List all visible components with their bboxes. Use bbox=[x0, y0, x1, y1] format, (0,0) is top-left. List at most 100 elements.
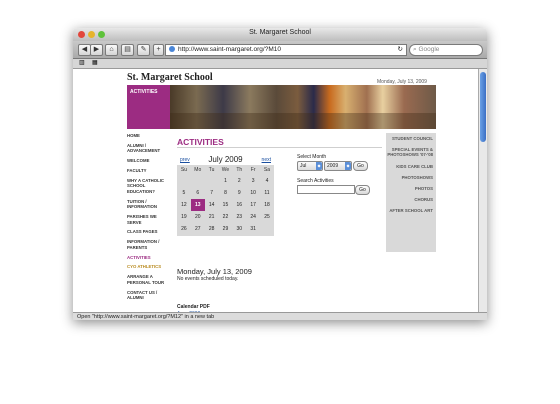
home-icon: ⌂ bbox=[109, 46, 114, 53]
weekday-header: Fr bbox=[250, 167, 256, 173]
printer-icon: ▤ bbox=[124, 46, 131, 53]
weekday-header: Sa bbox=[263, 167, 271, 173]
calendar-day[interactable]: 30 bbox=[232, 223, 246, 235]
right-nav-item[interactable]: PHOTOS bbox=[386, 186, 436, 191]
search-go-button[interactable]: Go bbox=[355, 185, 370, 195]
left-nav-item[interactable]: CLASS PAGES bbox=[127, 229, 171, 235]
calendar-day[interactable]: 6 bbox=[191, 187, 205, 199]
calendar-day[interactable]: 10 bbox=[246, 187, 260, 199]
calendar-day[interactable]: 3 bbox=[246, 175, 260, 187]
calendar-day[interactable]: 12 bbox=[177, 199, 191, 211]
calendar-day[interactable]: 26 bbox=[177, 223, 191, 235]
calendar-day[interactable]: 17 bbox=[246, 199, 260, 211]
calendar-day[interactable]: 8 bbox=[219, 187, 233, 199]
calendar-day[interactable]: 16 bbox=[232, 199, 246, 211]
calendar-empty-cell bbox=[260, 223, 274, 235]
calendar-pdf-heading: Calendar PDF bbox=[177, 304, 210, 310]
calendar-day[interactable]: 1 bbox=[219, 175, 233, 187]
reload-icon[interactable]: ↻ bbox=[398, 45, 403, 55]
calendar-day[interactable]: 25 bbox=[260, 211, 274, 223]
url-text: http://www.saint-margaret.org/?M10 bbox=[178, 46, 281, 53]
search-activities-input[interactable] bbox=[297, 185, 355, 194]
weekday-header: Th bbox=[236, 167, 243, 173]
right-nav-item[interactable]: KIDS CARE CLUB bbox=[386, 164, 436, 169]
search-activities-label: Search Activities bbox=[297, 178, 334, 184]
left-nav-item[interactable]: WHY A CATHOLIC SCHOOL EDUCATION? bbox=[127, 178, 171, 195]
calendar-day[interactable]: 22 bbox=[219, 211, 233, 223]
calendar-day[interactable]: 9 bbox=[232, 187, 246, 199]
day-heading: Monday, July 13, 2009 bbox=[177, 267, 252, 276]
banner-label: ACTIVITIES bbox=[127, 85, 170, 129]
calendar-day[interactable]: 20 bbox=[191, 211, 205, 223]
calendar-day[interactable]: 19 bbox=[177, 211, 191, 223]
vertical-scrollbar[interactable] bbox=[478, 69, 487, 312]
calendar-day[interactable]: 21 bbox=[205, 211, 219, 223]
calendar-day[interactable]: 28 bbox=[205, 223, 219, 235]
calendar-day[interactable]: 11 bbox=[260, 187, 274, 199]
print-button[interactable]: ▤ bbox=[121, 44, 134, 56]
status-bar: Open "http://www.saint-margaret.org/?M12… bbox=[73, 312, 487, 320]
right-nav-item[interactable]: CHORUS bbox=[386, 197, 436, 202]
right-nav-item[interactable]: STUDENT COUNCIL bbox=[386, 136, 436, 141]
search-field[interactable]: ⌕ Google bbox=[409, 44, 483, 56]
banner: ACTIVITIES bbox=[127, 85, 436, 129]
right-nav: STUDENT COUNCIL SPECIAL EVENTS & PHOTOSHO… bbox=[386, 133, 436, 252]
site-title[interactable]: St. Margaret School bbox=[127, 72, 213, 83]
year-select[interactable]: 2009 ◆ bbox=[324, 161, 352, 171]
edit-button[interactable]: ✎ bbox=[137, 44, 150, 56]
calendar-day[interactable]: 29 bbox=[219, 223, 233, 235]
right-nav-item[interactable]: SPECIAL EVENTS & PHOTOSHOWS '07-'08 bbox=[386, 147, 436, 157]
dropdown-arrow-icon: ◆ bbox=[345, 162, 351, 170]
calendar-day[interactable]: 18 bbox=[260, 199, 274, 211]
scrollbar-thumb[interactable] bbox=[480, 72, 486, 142]
calendar-day[interactable]: 2 bbox=[232, 175, 246, 187]
calendar-empty-cell bbox=[191, 175, 205, 187]
left-nav: HOME ALUMNI / ADVANCEMENT WELCOME FACULTY WH… bbox=[127, 133, 171, 305]
back-arrow-icon: ◀ bbox=[81, 46, 88, 53]
calendar-day[interactable]: 23 bbox=[232, 211, 246, 223]
calendar-day[interactable]: 13 bbox=[190, 199, 205, 211]
left-nav-item[interactable]: HOME bbox=[127, 133, 171, 139]
web-page: St. Margaret School Monday, July 13, 200… bbox=[73, 69, 478, 312]
banner-photo bbox=[170, 85, 436, 129]
right-nav-item[interactable]: PHOTOSHOWS bbox=[386, 175, 436, 180]
calendar-day[interactable]: 27 bbox=[191, 223, 205, 235]
magnifier-icon: ⌕ bbox=[413, 46, 417, 53]
month-go-button[interactable]: Go bbox=[353, 161, 368, 171]
left-nav-item[interactable]: CYO ATHLETICS bbox=[127, 264, 171, 270]
weekday-header: Su bbox=[180, 167, 187, 173]
pencil-icon: ✎ bbox=[140, 46, 147, 53]
weekday-header: Mo bbox=[194, 167, 202, 173]
globe-icon bbox=[169, 46, 175, 52]
address-bar[interactable]: http://www.saint-margaret.org/?M10 ↻ bbox=[165, 44, 407, 56]
left-nav-item[interactable]: CONTACT US / ALUMNI bbox=[127, 290, 171, 301]
page-title: ACTIVITIES bbox=[177, 137, 224, 147]
left-nav-item[interactable]: FACULTY bbox=[127, 168, 171, 174]
right-nav-item[interactable]: AFTER SCHOOL ART bbox=[386, 208, 436, 213]
calendar-day[interactable]: 5 bbox=[177, 187, 191, 199]
forward-button[interactable]: ▶ bbox=[90, 44, 103, 56]
home-button[interactable]: ⌂ bbox=[105, 44, 118, 56]
calendar-next-link[interactable]: next bbox=[262, 157, 271, 163]
calendar: prev July 2009 next Su Mo Tu We Th Fr Sa 1 2 3 4 5 6… bbox=[177, 155, 274, 236]
calendar-day[interactable]: 14 bbox=[205, 199, 219, 211]
calendar-day[interactable]: 24 bbox=[246, 211, 260, 223]
month-select[interactable]: Jul ◆ bbox=[297, 161, 323, 171]
add-bookmark-button[interactable]: + bbox=[153, 44, 164, 56]
calendar-day[interactable]: 4 bbox=[260, 175, 274, 187]
calendar-day[interactable]: 31 bbox=[246, 223, 260, 235]
left-nav-item[interactable]: WELCOME bbox=[127, 158, 171, 164]
plus-icon: + bbox=[156, 46, 161, 53]
left-nav-item[interactable]: ACTIVITIES bbox=[127, 255, 171, 261]
calendar-grid: Su Mo Tu We Th Fr Sa 1 2 3 4 5 6 7 8 9 10 11 12 13 14 15 16 17 1… bbox=[177, 165, 274, 236]
calendar-day[interactable]: 7 bbox=[205, 187, 219, 199]
left-nav-item[interactable]: PARISHES WE SERVE bbox=[127, 214, 171, 225]
book-icon[interactable]: ▥ bbox=[79, 59, 85, 68]
left-nav-item[interactable]: TUITION / INFORMATION bbox=[127, 199, 171, 210]
left-nav-item[interactable]: ARRANGE A PERSONAL TOUR bbox=[127, 274, 171, 285]
calendar-day[interactable]: 15 bbox=[219, 199, 233, 211]
left-nav-item[interactable]: INFORMATION / PARENTS bbox=[127, 239, 171, 250]
left-nav-item[interactable]: ALUMNI / ADVANCEMENT bbox=[127, 143, 171, 154]
weekday-header: Tu bbox=[208, 167, 215, 173]
grid-icon[interactable]: ▦ bbox=[92, 59, 98, 68]
